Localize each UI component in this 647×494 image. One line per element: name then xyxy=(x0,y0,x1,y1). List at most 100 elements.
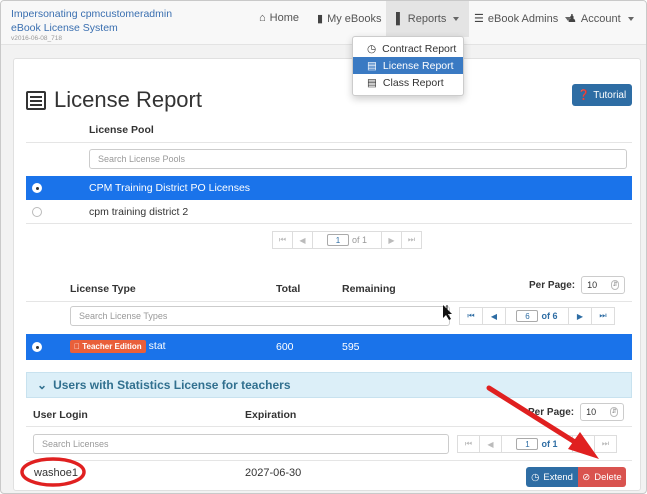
page-title: License Report xyxy=(26,87,202,113)
pool-radio-selected[interactable] xyxy=(32,183,42,193)
page-of-label: of 1 xyxy=(541,439,558,449)
search-licenses-input[interactable]: Search Licenses xyxy=(33,434,449,454)
version-label: v2016-06-08_718 xyxy=(11,35,62,42)
nav-ebook-admins[interactable]: ☰ eBook Admins xyxy=(474,12,572,25)
system-name[interactable]: eBook License System xyxy=(11,21,172,35)
users-per-page: Per Page: 10 ⇵ xyxy=(528,403,625,421)
first-page-icon[interactable]: ⏮ xyxy=(457,435,480,453)
nav-home[interactable]: ⌂ Home xyxy=(259,12,299,24)
nav-account-label: Account xyxy=(580,12,621,25)
pool-row[interactable]: cpm training district 2 xyxy=(26,200,632,224)
pool-row-selected[interactable]: CPM Training District PO Licenses xyxy=(26,176,632,200)
page-of-label: of 1 xyxy=(351,235,367,245)
bar-chart-icon: ▌ xyxy=(396,13,404,25)
pool-pager: ⏮ ◀ 1 of 1 ▶ ⏭ xyxy=(272,231,422,249)
page-number-input[interactable]: 1 xyxy=(326,234,349,246)
users-pager: ⏮ ◀ 1 of 1 ▶ ⏭ xyxy=(457,435,617,453)
col-remaining: Remaining xyxy=(342,283,396,295)
pool-radio[interactable] xyxy=(32,207,42,217)
page-number-input[interactable]: 1 xyxy=(516,438,539,450)
remove-circle-icon: ⊘ xyxy=(582,471,591,483)
spinner-icon: ⇵ xyxy=(610,407,619,417)
first-page-icon[interactable]: ⏮ xyxy=(459,307,483,325)
prev-page-icon[interactable]: ◀ xyxy=(482,307,506,325)
per-page-value: 10 xyxy=(586,407,597,417)
users-section-header[interactable]: ⌄ Users with Statistics License for teac… xyxy=(26,372,632,398)
users-section-title: Users with Statistics License for teache… xyxy=(53,378,291,392)
menu-item-contract-report[interactable]: ◷ Contract Report xyxy=(353,40,463,57)
tutorial-label: Tutorial xyxy=(593,89,627,101)
nav-home-label: Home xyxy=(269,12,299,24)
types-per-page: Per Page: 10 ⇵ xyxy=(529,276,626,294)
types-pager: ⏮ ◀ 6 of 6 ▶ ⏭ xyxy=(459,307,615,325)
nav-ebook-admins-label: eBook Admins xyxy=(487,12,559,25)
impersonation-info: Impersonating cpmcustomeradmin eBook Lic… xyxy=(11,7,172,35)
nav-account[interactable]: ♟ Account xyxy=(567,12,634,25)
nav-reports[interactable]: ▌ Reports xyxy=(386,1,470,37)
col-expiration: Expiration xyxy=(245,409,297,421)
list-icon: ☰ xyxy=(474,13,484,25)
page-indicator: 1 of 1 xyxy=(312,231,382,249)
divider xyxy=(26,142,632,143)
per-page-label: Per Page: xyxy=(529,279,576,291)
license-pool-header: License Pool xyxy=(89,124,154,136)
question-icon: ❓ xyxy=(577,89,591,101)
clock-icon: ◷ xyxy=(531,471,540,483)
nav-my-ebooks[interactable]: ▮ My eBooks xyxy=(317,12,382,26)
nav-my-ebooks-label: My eBooks xyxy=(327,12,382,25)
page-indicator: 6 of 6 xyxy=(505,307,569,325)
divider xyxy=(26,460,632,461)
license-type-row-selected[interactable]:  Teacher Editionstat 600 595 xyxy=(26,334,632,360)
search-license-pools-input[interactable]: Search License Pools xyxy=(89,149,627,169)
list-alt-icon: ▤ xyxy=(367,76,377,89)
type-radio-selected[interactable] xyxy=(32,342,42,352)
page-number-input[interactable]: 6 xyxy=(516,310,539,322)
extend-button[interactable]: ◷ Extend xyxy=(526,467,578,487)
list-alt-icon xyxy=(26,90,46,110)
last-page-icon[interactable]: ⏭ xyxy=(594,435,617,453)
menu-item-label: Class Report xyxy=(382,76,444,89)
app-window: Impersonating cpmcustomeradmin eBook Lic… xyxy=(0,0,647,494)
per-page-select[interactable]: 10 ⇵ xyxy=(580,403,625,421)
menu-item-class-report[interactable]: ▤ Class Report xyxy=(353,74,463,91)
pool-name: cpm training district 2 xyxy=(89,206,189,218)
impersonating-link[interactable]: Impersonating cpmcustomeradmin xyxy=(11,7,172,21)
chevron-down-icon: ⌄ xyxy=(37,378,48,392)
delete-button[interactable]: ⊘ Delete xyxy=(578,467,626,487)
prev-page-icon[interactable]: ◀ xyxy=(479,435,502,453)
total-cell: 600 xyxy=(276,341,294,353)
extend-label: Extend xyxy=(543,471,573,483)
nav-reports-label: Reports xyxy=(407,13,447,25)
col-total: Total xyxy=(276,283,301,295)
divider xyxy=(26,301,632,302)
page-indicator: 1 of 1 xyxy=(501,435,573,453)
pool-name: CPM Training District PO Licenses xyxy=(89,182,251,194)
navbar: Impersonating cpmcustomeradmin eBook Lic… xyxy=(1,1,646,45)
divider xyxy=(26,426,632,427)
teacher-edition-badge:  Teacher Edition xyxy=(70,340,146,353)
menu-item-label: Contract Report xyxy=(382,42,457,55)
next-page-icon[interactable]: ▶ xyxy=(572,435,595,453)
search-license-types-input[interactable]: Search License Types xyxy=(70,306,450,326)
menu-item-license-report[interactable]: ▤ License Report xyxy=(353,57,463,74)
spinner-icon: ⇵ xyxy=(611,280,620,290)
clock-icon: ◷ xyxy=(367,42,377,55)
first-page-icon[interactable]: ⏮ xyxy=(272,231,293,249)
chevron-down-icon xyxy=(453,17,460,21)
home-icon: ⌂ xyxy=(259,12,266,24)
book-icon: ▮ xyxy=(317,13,324,25)
next-page-icon[interactable]: ▶ xyxy=(381,231,402,249)
reports-dropdown: ◷ Contract Report ▤ License Report ▤ Cla… xyxy=(352,36,464,96)
page-of-label: of 6 xyxy=(541,311,558,321)
next-page-icon[interactable]: ▶ xyxy=(568,307,592,325)
remaining-cell: 595 xyxy=(342,341,360,353)
last-page-icon[interactable]: ⏭ xyxy=(591,307,615,325)
user-icon: ♟ xyxy=(567,13,577,25)
tutorial-button[interactable]: ❓ Tutorial xyxy=(572,84,632,106)
page-title-text: License Report xyxy=(54,87,202,112)
col-user-login: User Login xyxy=(33,409,88,421)
per-page-select[interactable]: 10 ⇵ xyxy=(581,276,626,294)
last-page-icon[interactable]: ⏭ xyxy=(401,231,422,249)
chevron-down-icon xyxy=(627,16,634,21)
prev-page-icon[interactable]: ◀ xyxy=(292,231,313,249)
